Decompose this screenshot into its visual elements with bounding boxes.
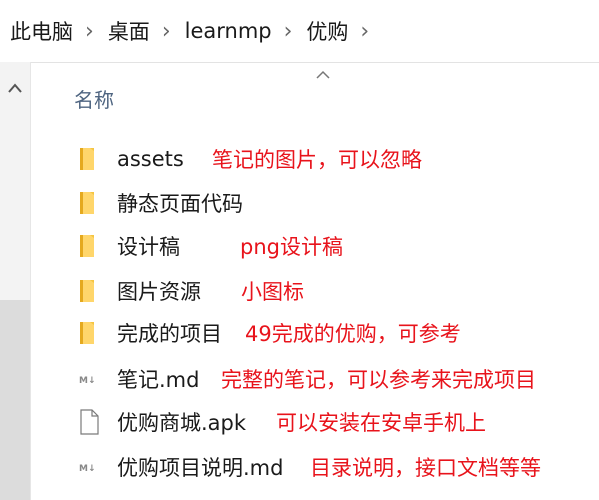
chevron-right-icon[interactable]: ›	[284, 19, 293, 44]
annotation-note: 49完成的优购，可参考	[245, 322, 461, 346]
folder-icon	[74, 231, 104, 261]
folder-icon	[74, 144, 104, 174]
chevron-right-icon[interactable]: ›	[360, 19, 369, 44]
markdown-file-icon: M↓	[74, 452, 104, 482]
folder-icon	[74, 276, 104, 306]
chevron-right-icon[interactable]: ›	[162, 19, 171, 44]
scrollbar-thumb[interactable]	[0, 300, 30, 500]
blank-file-icon	[74, 407, 104, 437]
breadcrumb-item-desktop[interactable]: 桌面	[108, 16, 150, 46]
folder-icon	[74, 318, 104, 348]
file-name[interactable]: 优购商城.apk	[117, 407, 246, 437]
file-name[interactable]: assets	[117, 147, 184, 171]
svg-text:M↓: M↓	[79, 376, 96, 386]
scroll-up-icon[interactable]	[0, 74, 30, 98]
annotation-note: png设计稿	[240, 235, 343, 259]
file-name[interactable]: 优购项目说明.md	[117, 452, 283, 482]
annotation-note: 目录说明，接口文档等等	[310, 456, 541, 480]
annotation-note: 完整的笔记，可以参考来完成项目	[221, 368, 536, 392]
file-name[interactable]: 图片资源	[117, 276, 201, 306]
file-name[interactable]: 笔记.md	[117, 364, 199, 394]
annotation-note: 笔记的图片，可以忽略	[212, 148, 422, 172]
annotation-note: 可以安装在安卓手机上	[276, 411, 486, 435]
breadcrumb-item-yougou[interactable]: 优购	[306, 16, 348, 46]
annotation-note: 小图标	[241, 280, 304, 304]
file-row[interactable]: 静态页面代码	[74, 185, 594, 221]
file-name[interactable]: 完成的项目	[117, 318, 222, 348]
sort-ascending-icon	[316, 63, 330, 84]
chevron-right-icon[interactable]: ›	[85, 19, 94, 44]
file-name[interactable]: 设计稿	[117, 231, 180, 261]
markdown-file-icon: M↓	[74, 364, 104, 394]
file-name[interactable]: 静态页面代码	[117, 188, 243, 218]
file-row[interactable]: 图片资源	[74, 273, 594, 309]
breadcrumb: 此电脑 › 桌面 › learnmp › 优购 ›	[0, 0, 599, 63]
column-header-name[interactable]: 名称	[74, 84, 114, 113]
navigation-pane	[0, 62, 31, 500]
folder-icon	[74, 188, 104, 218]
svg-text:M↓: M↓	[79, 464, 96, 474]
breadcrumb-item-this-pc[interactable]: 此电脑	[10, 16, 73, 46]
breadcrumb-item-learnmp[interactable]: learnmp	[185, 19, 272, 43]
